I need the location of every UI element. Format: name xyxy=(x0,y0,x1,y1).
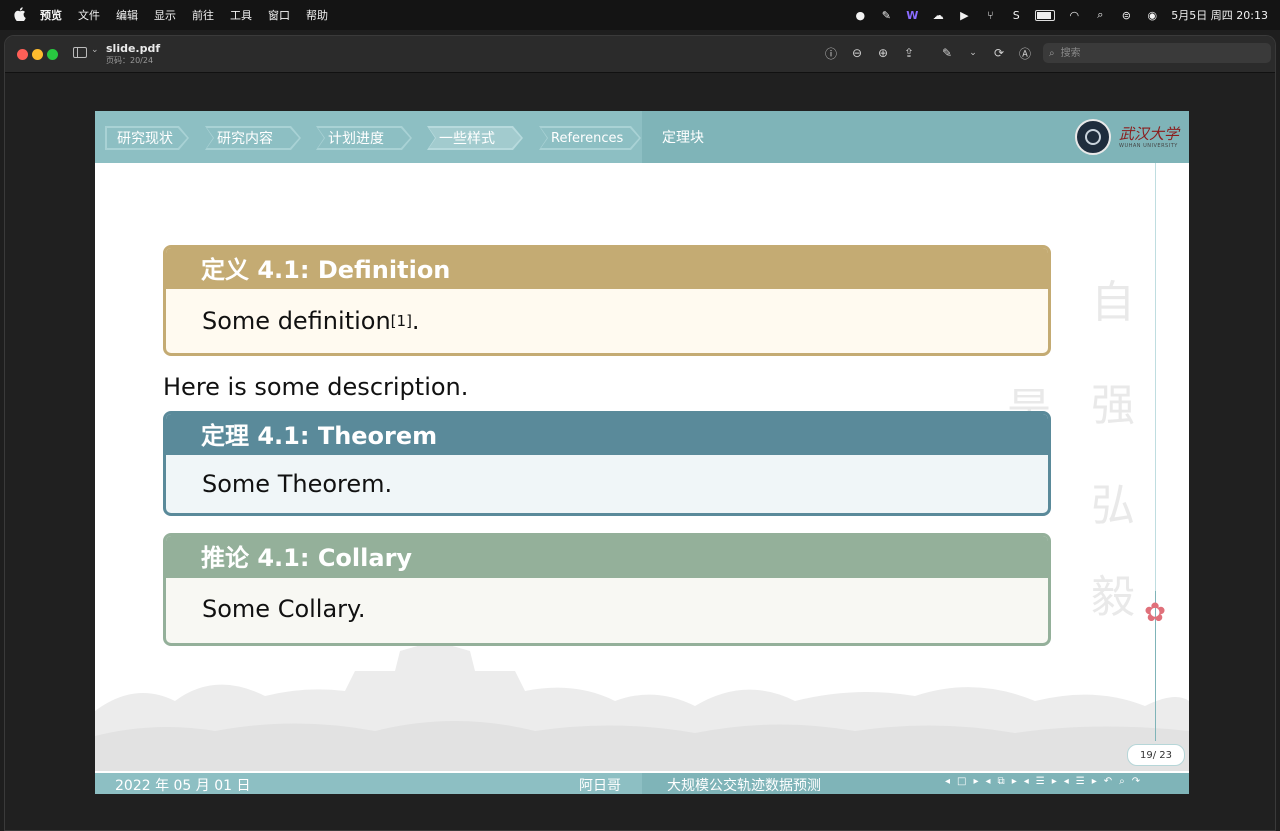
citation-link[interactable]: [1] xyxy=(391,312,412,330)
menu-app-name[interactable]: 预览 xyxy=(40,7,62,23)
sidebar-toggle-icon[interactable] xyxy=(73,47,87,58)
menu-tools[interactable]: 工具 xyxy=(230,7,252,23)
s-app-icon[interactable]: S xyxy=(1009,8,1023,22)
university-name-logo: 武汉大学 xyxy=(1119,125,1180,143)
nav-next-frame-icon[interactable]: ▸ xyxy=(1012,776,1017,787)
menu-file[interactable]: 文件 xyxy=(78,7,100,23)
slide-header: 研究现状 研究内容 计划进度 一些样式 References 定理块 武汉大学 … xyxy=(95,111,1189,163)
share-icon[interactable]: ⇪ xyxy=(901,45,917,61)
motto-char: 强 xyxy=(1091,380,1135,431)
footer-title: 大规模公交轨迹数据预测 xyxy=(667,778,821,794)
tab-research-content[interactable]: 研究内容 xyxy=(205,126,301,150)
qq-icon[interactable]: ● xyxy=(853,8,867,22)
play-icon[interactable]: ▶ xyxy=(957,8,971,22)
zoom-out-icon[interactable]: ⊖ xyxy=(849,45,865,61)
footer-author: 阿日哥 xyxy=(579,778,621,794)
apple-menu-icon[interactable] xyxy=(14,6,28,24)
chevron-down-icon[interactable]: ⌄ xyxy=(91,45,99,55)
zoom-in-icon[interactable]: ⊕ xyxy=(875,45,891,61)
menu-go[interactable]: 前往 xyxy=(192,7,214,23)
minimize-button[interactable] xyxy=(32,49,43,60)
tab-schedule[interactable]: 计划进度 xyxy=(316,126,412,150)
university-english-name: WUHAN UNIVERSITY xyxy=(1119,143,1178,149)
theorem-title: 定理 4.1: Theorem xyxy=(166,414,1048,455)
nav-section-icon[interactable]: ☰ xyxy=(1076,776,1085,787)
footer-date: 2022 年 05 月 01 日 xyxy=(115,778,251,794)
nav-frame-icon[interactable]: ⧉ xyxy=(998,776,1005,787)
nav-prev-slide-icon[interactable]: ◂ xyxy=(945,776,950,787)
page-indicator: 页码：20/24 xyxy=(106,56,154,65)
corollary-block: 推论 4.1: Collary Some Collary. xyxy=(163,533,1051,646)
nav-slide-icon[interactable]: □ xyxy=(957,776,966,787)
description-text: Here is some description. xyxy=(163,373,469,401)
markup-pen-icon[interactable]: ✎ xyxy=(939,45,955,61)
menu-help[interactable]: 帮助 xyxy=(306,7,328,23)
menu-edit[interactable]: 编辑 xyxy=(116,7,138,23)
zoom-button[interactable] xyxy=(47,49,58,60)
fork-icon[interactable]: ⑂ xyxy=(983,8,997,22)
definition-body: Some definition [1]. xyxy=(166,289,1048,353)
definition-title: 定义 4.1: Definition xyxy=(166,248,1048,289)
search-icon: ⌕ xyxy=(1049,47,1055,59)
annotate-icon[interactable]: Ⓐ xyxy=(1017,45,1033,61)
slide-page: 研究现状 研究内容 计划进度 一些样式 References 定理块 武汉大学 … xyxy=(95,111,1189,794)
beamer-navigation: ◂ □ ▸ ◂ ⧉ ▸ ◂ ☰ ▸ ◂ ☰ ▸ ↶ ⌕ ↷ xyxy=(945,776,1140,787)
nav-search-icon[interactable]: ⌕ xyxy=(1119,776,1125,787)
definition-block: 定义 4.1: Definition Some definition [1]. xyxy=(163,245,1051,356)
nav-back-icon[interactable]: ↶ xyxy=(1104,776,1112,787)
corollary-title: 推论 4.1: Collary xyxy=(166,536,1048,578)
definition-period: . xyxy=(411,307,420,335)
nav-prev-section-icon[interactable]: ◂ xyxy=(1064,776,1069,787)
wifi-icon[interactable]: ◠ xyxy=(1067,8,1081,22)
nav-next-subsection-icon[interactable]: ▸ xyxy=(1052,776,1057,787)
motto-char: 弘 xyxy=(1091,480,1135,531)
theorem-block: 定理 4.1: Theorem Some Theorem. xyxy=(163,411,1051,516)
toolbar: ⓘ ⊖ ⊕ ⇪ ✎ ⌄ ⟳ Ⓐ xyxy=(823,45,1033,61)
nav-forward-icon[interactable]: ↷ xyxy=(1132,776,1140,787)
menu-clock[interactable]: 5月5日 周四 20:13 xyxy=(1171,7,1268,23)
nav-subsection-icon[interactable]: ☰ xyxy=(1036,776,1045,787)
battery-icon[interactable] xyxy=(1035,9,1056,21)
preview-window: ⌄ slide.pdf 页码：20/24 ⓘ ⊖ ⊕ ⇪ ✎ ⌄ ⟳ Ⓐ ⌕ 研… xyxy=(4,35,1276,831)
motto-char: 毅 xyxy=(1091,572,1135,623)
control-center-icon[interactable]: ⊜ xyxy=(1119,8,1133,22)
tab-references[interactable]: References xyxy=(539,126,641,150)
nav-prev-frame-icon[interactable]: ◂ xyxy=(986,776,991,787)
subsection-title[interactable]: 定理块 xyxy=(662,127,704,147)
corollary-body: Some Collary. xyxy=(202,595,366,623)
menu-bar: 预览 文件 编辑 显示 前往 工具 窗口 帮助 ● ✎ W ☁ ▶ ⑂ S ◠ … xyxy=(0,0,1280,30)
markup-chevron-icon[interactable]: ⌄ xyxy=(965,45,981,61)
definition-text: Some definition xyxy=(202,307,391,335)
nav-next-section-icon[interactable]: ▸ xyxy=(1092,776,1097,787)
title-bar: ⌄ slide.pdf 页码：20/24 ⓘ ⊖ ⊕ ⇪ ✎ ⌄ ⟳ Ⓐ ⌕ xyxy=(5,36,1275,73)
search-field[interactable]: ⌕ xyxy=(1043,43,1271,63)
spotlight-icon[interactable]: ⌕ xyxy=(1093,8,1107,22)
sync-icon[interactable]: ✎ xyxy=(879,8,893,22)
w-app-icon[interactable]: W xyxy=(905,8,919,22)
slide-footer: 2022 年 05 月 01 日 阿日哥 大规模公交轨迹数据预测 ◂ □ ▸ ◂… xyxy=(95,773,1189,794)
motto-char: 自 xyxy=(1091,277,1135,328)
theorem-body: Some Theorem. xyxy=(202,470,393,498)
wechat-icon[interactable]: ☁ xyxy=(931,8,945,22)
tab-styles[interactable]: 一些样式 xyxy=(427,126,523,150)
close-button[interactable] xyxy=(17,49,28,60)
campus-skyline-watermark xyxy=(95,641,1189,771)
menu-window[interactable]: 窗口 xyxy=(268,7,290,23)
rotate-icon[interactable]: ⟳ xyxy=(991,45,1007,61)
slide-page-number: 19/ 23 xyxy=(1127,744,1185,766)
info-icon[interactable]: ⓘ xyxy=(823,45,839,61)
document-title: slide.pdf xyxy=(106,42,161,55)
university-seal-logo xyxy=(1075,119,1111,155)
plum-blossom-icon: ✿ xyxy=(1144,598,1166,628)
search-input[interactable] xyxy=(1058,46,1243,60)
siri-icon[interactable]: ◉ xyxy=(1145,8,1159,22)
menu-view[interactable]: 显示 xyxy=(154,7,176,23)
nav-prev-subsection-icon[interactable]: ◂ xyxy=(1024,776,1029,787)
nav-next-slide-icon[interactable]: ▸ xyxy=(973,776,978,787)
tab-research-status[interactable]: 研究现状 xyxy=(105,126,189,150)
